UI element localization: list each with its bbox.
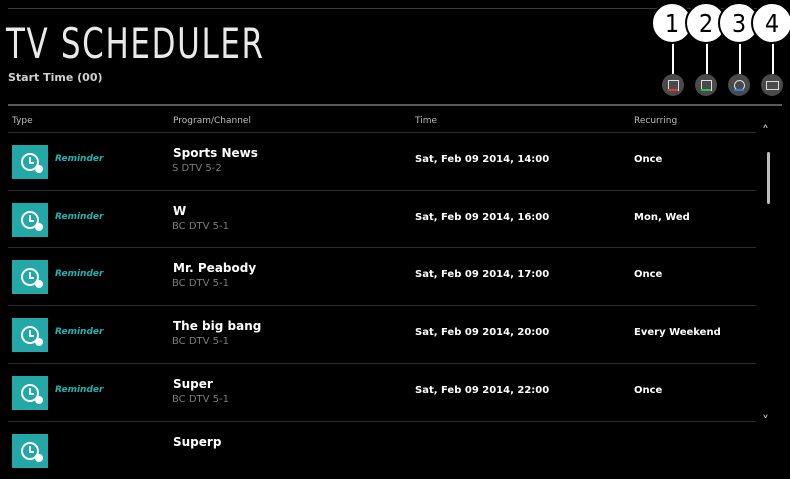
- reminder-icon: [12, 203, 48, 237]
- row-program: Superp: [173, 435, 222, 449]
- table-row[interactable]: Reminder W BC DTV 5-1 Sat, Feb 09 2014, …: [8, 190, 756, 248]
- row-recurring: Once: [634, 385, 663, 396]
- plus-icon: [35, 223, 43, 231]
- table-row[interactable]: Reminder The big bang BC DTV 5-1 Sat, Fe…: [8, 305, 756, 363]
- row-program: Sports News: [173, 146, 258, 160]
- table-row[interactable]: Superp: [8, 421, 756, 479]
- plus-icon: [35, 165, 43, 173]
- header-divider: [8, 104, 782, 106]
- row-type: Reminder: [55, 327, 104, 337]
- row-type: Reminder: [55, 154, 104, 164]
- row-program: W: [173, 204, 187, 218]
- red-key-indicator: [668, 89, 678, 91]
- row-type: Reminder: [55, 269, 104, 279]
- reminder-icon: [12, 318, 48, 352]
- scroll-down-icon[interactable]: ˅: [762, 414, 769, 430]
- row-recurring: Every Weekend: [634, 327, 721, 338]
- column-header-program: Program/Channel: [173, 116, 251, 126]
- page-title: TV SCHEDULER: [6, 19, 265, 68]
- plus-icon: [35, 454, 43, 462]
- table-row[interactable]: Reminder Super BC DTV 5-1 Sat, Feb 09 20…: [8, 363, 756, 421]
- table-row[interactable]: Reminder Sports News S DTV 5-2 Sat, Feb …: [8, 132, 756, 190]
- blue-key-indicator: [734, 89, 744, 91]
- reminder-icon: [12, 376, 48, 410]
- scroll-up-icon[interactable]: ˄: [762, 124, 769, 140]
- row-time: Sat, Feb 09 2014, 14:00: [415, 154, 550, 165]
- column-header-time: Time: [415, 116, 438, 126]
- row-type: Reminder: [55, 212, 104, 222]
- row-time: Sat, Feb 09 2014, 20:00: [415, 327, 550, 338]
- row-channel: BC DTV 5-1: [172, 221, 230, 232]
- start-time-label: Start Time (00): [8, 71, 103, 84]
- green-key-indicator: [701, 89, 711, 91]
- callout-stem-2: [706, 40, 708, 74]
- plus-icon: [35, 338, 43, 346]
- plus-icon: [35, 280, 43, 288]
- reminder-icon: [12, 260, 48, 294]
- info-action-button[interactable]: [761, 74, 783, 96]
- row-time: Sat, Feb 09 2014, 22:00: [415, 385, 550, 396]
- reminder-icon: [12, 434, 48, 468]
- plus-icon: [35, 396, 43, 404]
- red-action-button[interactable]: [662, 74, 684, 96]
- callout-stem-3: [739, 40, 741, 74]
- row-channel: S DTV 5-2: [172, 163, 222, 174]
- row-recurring: Once: [634, 269, 663, 280]
- callout-stem-1: [672, 40, 674, 74]
- blue-action-button[interactable]: [728, 74, 750, 96]
- column-header-recurring: Recurring: [634, 116, 678, 126]
- reminder-icon: [12, 145, 48, 179]
- row-program: Mr. Peabody: [173, 261, 257, 275]
- green-action-button[interactable]: [695, 74, 717, 96]
- info-icon: [765, 80, 779, 90]
- callout-stem-4: [772, 40, 774, 74]
- row-program: Super: [173, 377, 213, 391]
- row-recurring: Once: [634, 154, 663, 165]
- row-program: The big bang: [173, 319, 262, 333]
- column-header-type: Type: [12, 116, 33, 126]
- row-type: Reminder: [55, 385, 104, 395]
- row-channel: BC DTV 5-1: [172, 336, 230, 347]
- row-channel: BC DTV 5-1: [172, 278, 230, 289]
- scrollbar[interactable]: [767, 152, 770, 204]
- row-recurring: Mon, Wed: [634, 212, 690, 223]
- row-channel: BC DTV 5-1: [172, 394, 230, 405]
- callout-4: 4: [751, 2, 790, 44]
- row-time: Sat, Feb 09 2014, 17:00: [415, 269, 550, 280]
- table-row[interactable]: Reminder Mr. Peabody BC DTV 5-1 Sat, Feb…: [8, 247, 756, 305]
- row-time: Sat, Feb 09 2014, 16:00: [415, 212, 550, 223]
